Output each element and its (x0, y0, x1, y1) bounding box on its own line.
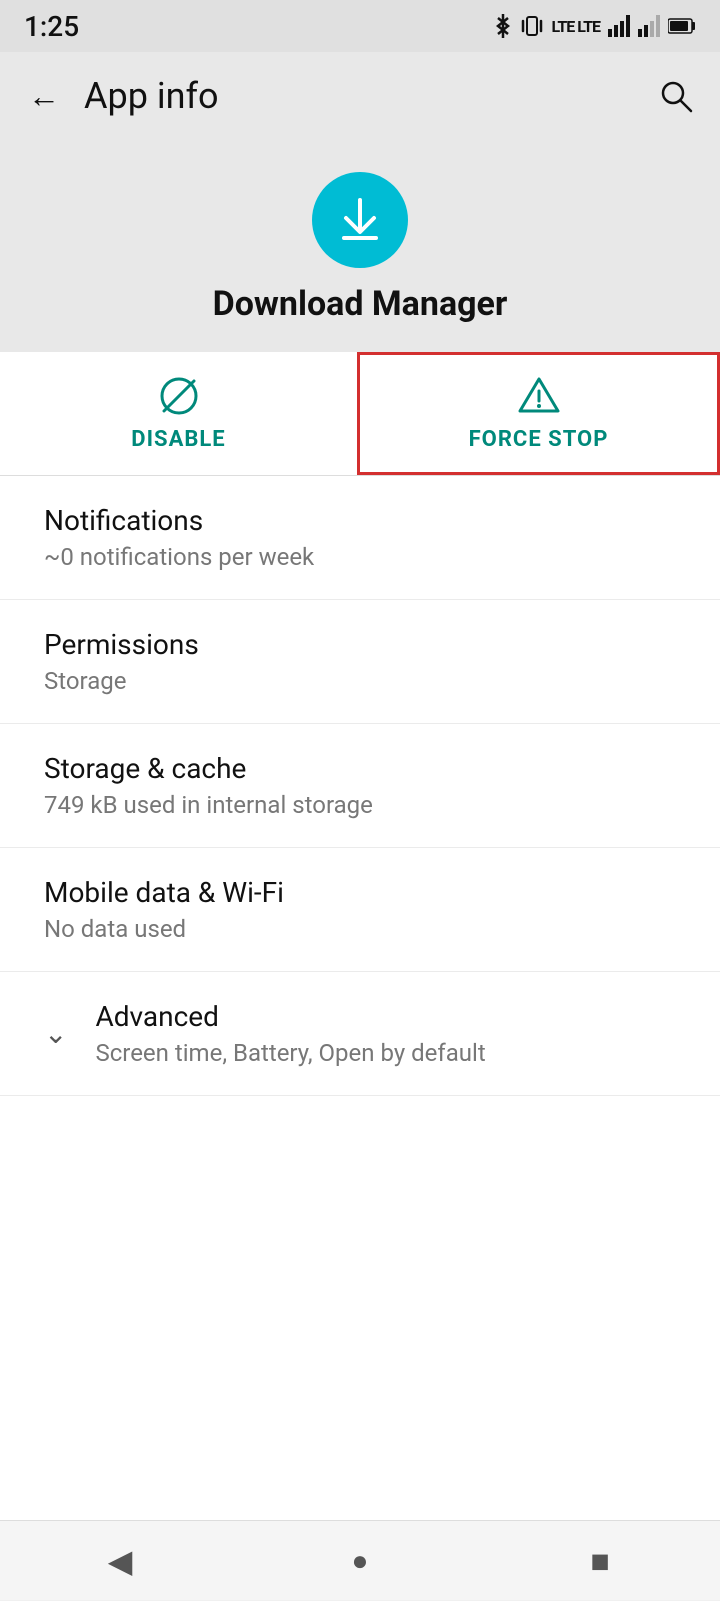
mobile-data-item[interactable]: Mobile data & Wi-Fi No data used (0, 848, 720, 972)
notifications-title: Notifications (44, 504, 680, 537)
notifications-content: Notifications ~0 notifications per week (44, 504, 680, 571)
nav-back-button[interactable]: ◀ (80, 1521, 160, 1601)
signal-icon-2 (638, 15, 660, 37)
disable-icon (158, 375, 200, 417)
notifications-subtitle: ~0 notifications per week (44, 543, 680, 571)
storage-subtitle: 749 kB used in internal storage (44, 791, 680, 819)
advanced-subtitle: Screen time, Battery, Open by default (95, 1039, 680, 1067)
nav-home-button[interactable]: ● (320, 1521, 400, 1601)
battery-icon (668, 17, 696, 35)
bottom-nav-bar: ◀ ● ■ (0, 1520, 720, 1600)
page-title: App info (84, 75, 219, 117)
bluetooth-icon (493, 13, 513, 39)
app-icon (312, 172, 408, 268)
force-stop-icon (518, 375, 560, 417)
permissions-title: Permissions (44, 628, 680, 661)
nav-recents-icon: ■ (590, 1542, 609, 1580)
permissions-item[interactable]: Permissions Storage (0, 600, 720, 724)
nav-home-icon: ● (352, 1544, 369, 1577)
list-section: Notifications ~0 notifications per week … (0, 476, 720, 1520)
notifications-item[interactable]: Notifications ~0 notifications per week (0, 476, 720, 600)
advanced-title: Advanced (95, 1000, 680, 1033)
status-icons: LTE LTE (493, 13, 696, 39)
permissions-content: Permissions Storage (44, 628, 680, 695)
storage-item[interactable]: Storage & cache 749 kB used in internal … (0, 724, 720, 848)
chevron-down-icon: ⌄ (44, 1017, 67, 1050)
storage-content: Storage & cache 749 kB used in internal … (44, 752, 680, 819)
app-bar-left: ← App info (20, 72, 219, 120)
search-button[interactable] (652, 72, 700, 120)
advanced-content: Advanced Screen time, Battery, Open by d… (95, 1000, 680, 1067)
lte-icon: LTE LTE (551, 17, 600, 36)
disable-button[interactable]: DISABLE (0, 352, 357, 475)
force-stop-label: FORCE STOP (469, 427, 609, 452)
status-time: 1:25 (24, 10, 79, 43)
mobile-data-subtitle: No data used (44, 915, 680, 943)
advanced-item[interactable]: ⌄ Advanced Screen time, Battery, Open by… (0, 972, 720, 1096)
back-button[interactable]: ← (20, 72, 68, 120)
status-bar: 1:25 LTE LTE (0, 0, 720, 52)
back-arrow-icon: ← (28, 77, 60, 115)
actions-row: DISABLE FORCE STOP (0, 352, 720, 476)
nav-recents-button[interactable]: ■ (560, 1521, 640, 1601)
force-stop-button[interactable]: FORCE STOP (357, 352, 720, 475)
mobile-data-content: Mobile data & Wi-Fi No data used (44, 876, 680, 943)
app-name: Download Manager (213, 284, 508, 324)
app-header: Download Manager (0, 140, 720, 352)
storage-title: Storage & cache (44, 752, 680, 785)
signal-icon-1 (608, 15, 630, 37)
disable-label: DISABLE (131, 427, 225, 452)
mobile-data-title: Mobile data & Wi-Fi (44, 876, 680, 909)
search-icon (658, 78, 694, 114)
permissions-subtitle: Storage (44, 667, 680, 695)
nav-back-icon: ◀ (108, 1542, 133, 1580)
download-icon (332, 192, 388, 248)
app-bar: ← App info (0, 52, 720, 140)
vibrate-icon (521, 13, 543, 39)
